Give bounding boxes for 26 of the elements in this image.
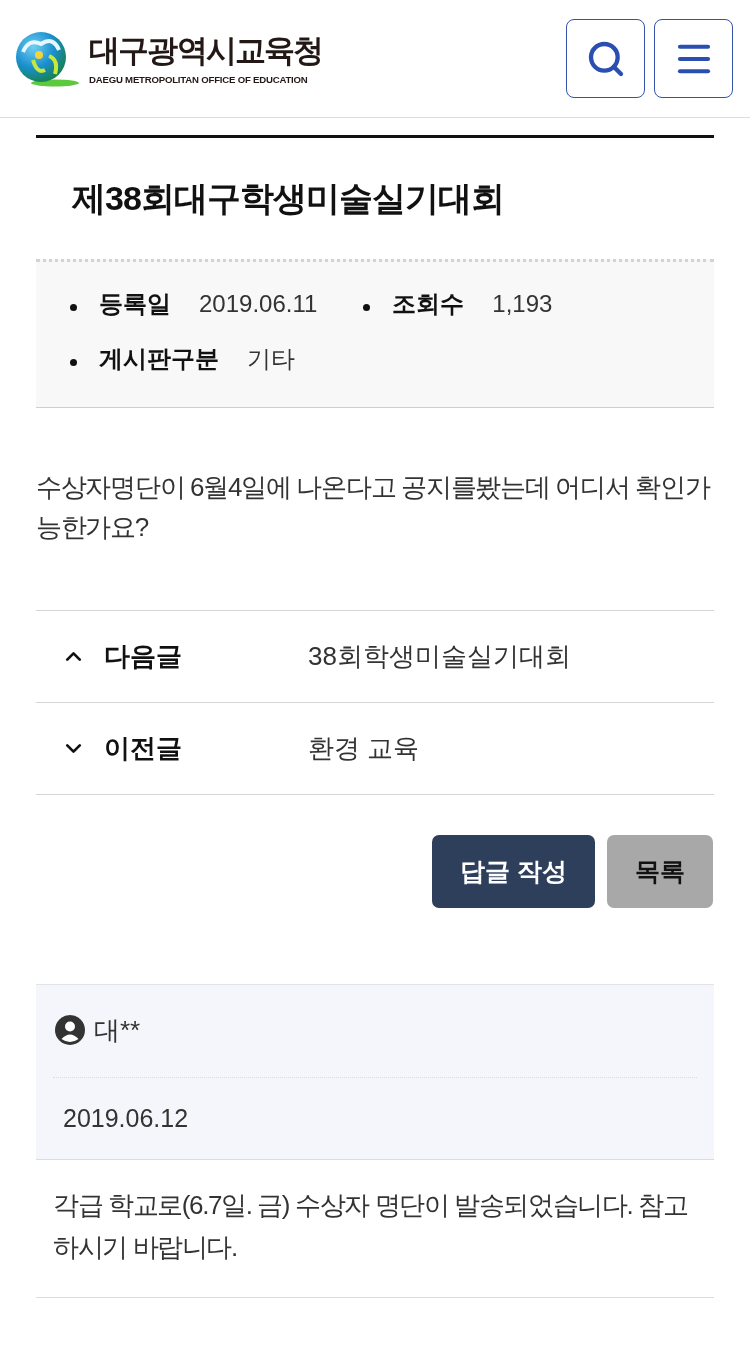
user-avatar-icon	[55, 1015, 85, 1045]
info-label: 게시판구분	[99, 343, 219, 374]
post-body: 수상자명단이 6월4일에 나온다고 공지를봤는데 어디서 확인가능한가요?	[36, 471, 711, 544]
globe-logo-icon	[15, 29, 81, 88]
nav-label: 이전글	[104, 732, 183, 765]
info-label: 등록일	[99, 288, 171, 319]
bullet-icon	[363, 304, 371, 311]
info-value: 기타	[247, 343, 295, 374]
logo-title: 대구광역시교육청	[89, 32, 323, 69]
reply-body: 각급 학교로(6.7일. 금) 수상자 명단이 발송되었습니다. 참고하시기 바랍니다.	[36, 1160, 714, 1298]
reply-author: 대**	[94, 1013, 141, 1047]
menu-button[interactable]	[654, 19, 733, 98]
nav-label: 다음글	[104, 640, 183, 673]
post-link[interactable]: 38회학생미술실기대회	[308, 639, 571, 674]
info-label: 조회수	[392, 288, 465, 319]
post-link[interactable]: 환경 교육	[308, 731, 420, 766]
info-value: 2019.06.11	[199, 289, 318, 318]
info-value: 1,193	[492, 289, 553, 318]
reply-date: 2019.06.12	[62, 1103, 190, 1134]
post-title: 제38회대구학생미술실기대회	[72, 177, 504, 219]
logo-subtitle: DAEGU METROPOLITAN OFFICE OF EDUCATION	[89, 73, 309, 85]
bullet-icon	[70, 304, 77, 311]
search-button[interactable]	[566, 19, 645, 98]
list-button[interactable]: 목록	[607, 835, 713, 908]
reply-button[interactable]: 답글 작성	[432, 835, 595, 908]
bullet-icon	[70, 359, 77, 366]
